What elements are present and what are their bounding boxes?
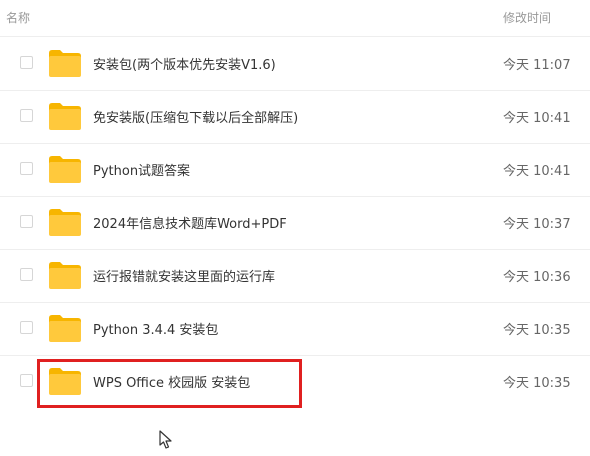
file-name[interactable]: WPS Office 校园版 安装包 bbox=[93, 372, 250, 391]
file-row[interactable]: WPS Office 校园版 安装包 今天 10:35 bbox=[0, 355, 590, 408]
file-name[interactable]: Python 3.4.4 安装包 bbox=[93, 319, 218, 338]
modified-time: 今天 10:36 bbox=[503, 270, 571, 285]
file-name[interactable]: 运行报错就安装这里面的运行库 bbox=[93, 266, 275, 285]
row-checkbox[interactable] bbox=[20, 321, 33, 334]
file-row[interactable]: 安装包(两个版本优先安装V1.6) 今天 11:07 bbox=[0, 37, 590, 91]
folder-icon bbox=[49, 103, 81, 130]
modified-time: 今天 10:41 bbox=[503, 164, 571, 179]
modified-time: 今天 11:07 bbox=[503, 58, 571, 73]
row-checkbox[interactable] bbox=[20, 56, 33, 69]
file-row[interactable]: 2024年信息技术题库Word+PDF 今天 10:37 bbox=[0, 196, 590, 250]
modified-time: 今天 10:41 bbox=[503, 111, 571, 126]
modified-time: 今天 10:35 bbox=[503, 376, 571, 391]
folder-icon bbox=[49, 50, 81, 77]
file-list-header: 名称 修改时间 bbox=[0, 0, 590, 37]
row-checkbox[interactable] bbox=[20, 109, 33, 122]
file-name[interactable]: Python试题答案 bbox=[93, 160, 190, 179]
folder-icon bbox=[49, 368, 81, 395]
file-name[interactable]: 免安装版(压缩包下载以后全部解压) bbox=[93, 107, 298, 126]
modified-time: 今天 10:37 bbox=[503, 217, 571, 232]
row-checkbox[interactable] bbox=[20, 374, 33, 387]
file-row[interactable]: Python试题答案 今天 10:41 bbox=[0, 143, 590, 197]
folder-icon bbox=[49, 156, 81, 183]
name-column-header[interactable]: 名称 bbox=[6, 9, 30, 26]
file-name[interactable]: 2024年信息技术题库Word+PDF bbox=[93, 213, 287, 232]
row-checkbox[interactable] bbox=[20, 162, 33, 175]
row-checkbox[interactable] bbox=[20, 268, 33, 281]
modified-time-column-header[interactable]: 修改时间 bbox=[503, 9, 551, 26]
modified-time: 今天 10:35 bbox=[503, 323, 571, 338]
file-row[interactable]: 运行报错就安装这里面的运行库 今天 10:36 bbox=[0, 249, 590, 303]
folder-icon bbox=[49, 262, 81, 289]
file-row[interactable]: Python 3.4.4 安装包 今天 10:35 bbox=[0, 302, 590, 356]
file-name[interactable]: 安装包(两个版本优先安装V1.6) bbox=[93, 54, 276, 73]
row-checkbox[interactable] bbox=[20, 215, 33, 228]
folder-icon bbox=[49, 209, 81, 236]
mouse-pointer-icon bbox=[159, 430, 172, 449]
folder-icon bbox=[49, 315, 81, 342]
file-row[interactable]: 免安装版(压缩包下载以后全部解压) 今天 10:41 bbox=[0, 90, 590, 144]
